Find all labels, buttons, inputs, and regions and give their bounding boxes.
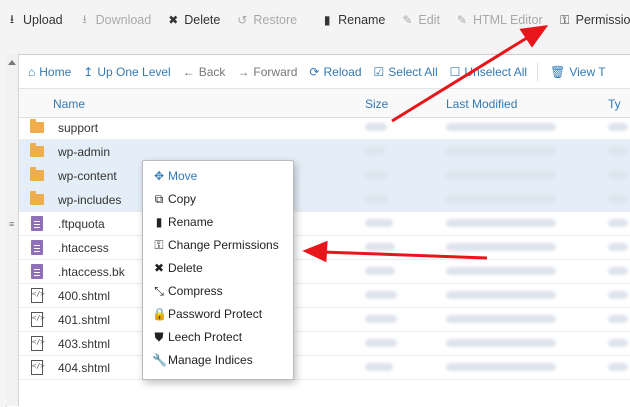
arrow-to-change-permissions bbox=[302, 240, 488, 263]
annotation-arrows bbox=[302, 25, 549, 263]
arrow-to-permissions bbox=[391, 25, 549, 123]
